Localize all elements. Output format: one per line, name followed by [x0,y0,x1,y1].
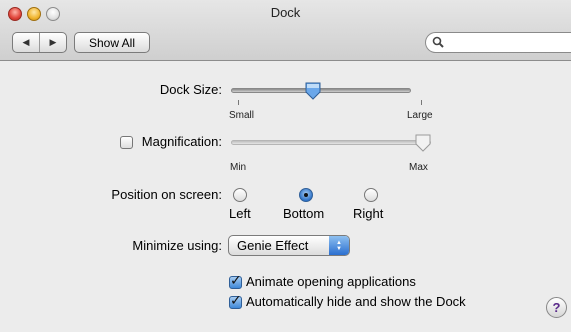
search-icon [432,36,444,48]
position-label: Position on screen: [111,187,222,202]
magnification-slider-thumb[interactable] [415,134,431,152]
position-left-radio[interactable] [233,188,247,202]
minimize-label: Minimize using: [132,238,222,253]
autohide-dock-checkbox[interactable] [229,293,242,309]
dock-preferences-window: Dock ◀ ▶ Show All Dock Size: Small Large… [0,0,571,332]
window-toolbar: Dock ◀ ▶ Show All [0,0,571,61]
animate-applications-checkbox[interactable] [229,273,242,289]
search-input[interactable] [425,32,571,53]
magnification-min-label: Min [230,162,247,173]
dock-size-slider[interactable] [231,88,411,93]
magnification-slider[interactable] [231,140,431,145]
minimize-effect-popup[interactable]: Genie Effect ▲ ▼ [228,235,350,256]
position-right-radio[interactable] [364,188,378,202]
magnification-label: Magnification: [141,134,222,149]
dock-size-label: Dock Size: [159,82,222,97]
back-arrow-icon[interactable]: ◀ [13,33,40,52]
dock-size-slider-thumb[interactable] [305,82,321,100]
forward-arrow-icon[interactable]: ▶ [40,33,66,52]
position-right-label: Right [353,206,384,221]
dock-size-max-label: Large [407,110,433,121]
position-left-label: Left [229,206,251,221]
slider-tick [238,100,239,105]
window-title: Dock [270,5,301,20]
dock-size-min-label: Small [229,110,255,121]
popup-arrows-icon: ▲ ▼ [329,236,349,255]
animate-applications-label: Animate opening applications [246,274,416,289]
back-forward-control: ◀ ▶ [12,32,67,53]
magnification-max-label: Max [409,162,428,173]
position-bottom-label: Bottom [283,206,325,221]
autohide-dock-label: Automatically hide and show the Dock [246,294,466,309]
help-button[interactable]: ? [546,297,567,318]
slider-tick [421,100,422,105]
position-bottom-radio[interactable] [299,188,313,202]
minimize-effect-value: Genie Effect [237,238,309,253]
show-all-button[interactable]: Show All [74,32,150,53]
